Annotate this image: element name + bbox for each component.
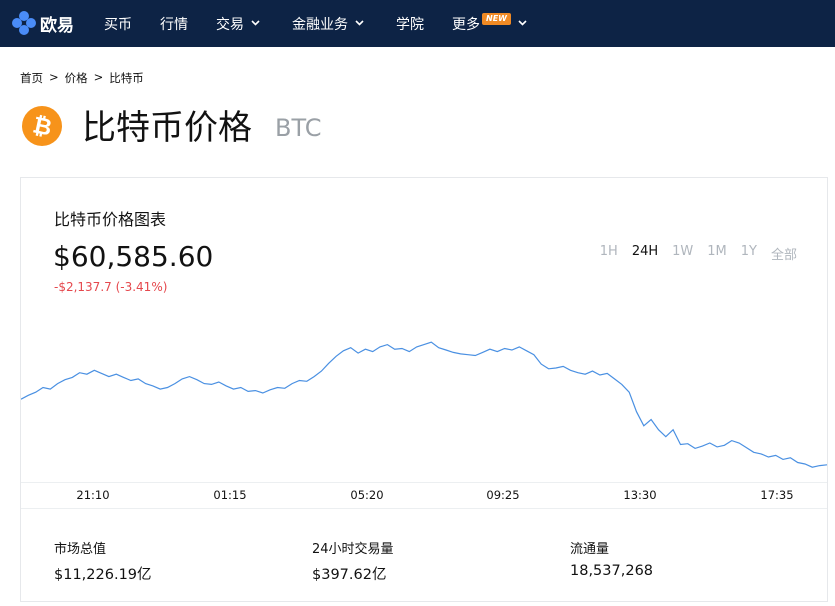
stat-value: $11,226.19亿 — [54, 567, 152, 583]
page-title: 比特币价格 — [82, 108, 252, 148]
breadcrumb-home-link[interactable]: 首页 — [20, 70, 43, 86]
x-tick-label: 17:35 — [760, 488, 794, 502]
range-all[interactable]: 全部 — [771, 244, 797, 263]
range-24h[interactable]: 24H — [632, 244, 658, 263]
x-axis-line — [21, 482, 827, 483]
chevron-down-icon — [355, 18, 364, 27]
stats-divider — [21, 508, 827, 509]
current-price: $60,585.60 — [53, 240, 214, 273]
range-1h[interactable]: 1H — [600, 244, 618, 263]
nav-item-finance[interactable]: 金融业务 — [292, 0, 364, 47]
time-range-selector: 1H 24H 1W 1M 1Y 全部 — [600, 244, 797, 263]
breadcrumb-separator: > — [93, 70, 104, 84]
stat-24h-volume: 24小时交易量 $397.62亿 — [312, 538, 394, 584]
stat-label: 流通量 — [570, 542, 610, 557]
nav-item-label: 金融业务 — [292, 16, 348, 33]
chevron-down-icon — [518, 18, 527, 27]
stat-market-cap: 市场总值 $11,226.19亿 — [54, 538, 152, 584]
nav-item-academy[interactable]: 学院 — [396, 0, 424, 47]
range-1m[interactable]: 1M — [707, 244, 727, 263]
stat-label: 市场总值 — [54, 542, 107, 557]
bitcoin-glyph: ₿ — [30, 111, 54, 142]
stat-value: $397.62亿 — [312, 567, 387, 583]
breadcrumb-prices-link[interactable]: 价格 — [65, 70, 88, 86]
logo-icon — [12, 11, 36, 35]
breadcrumb: 首页 > 价格 > 比特币 — [20, 70, 144, 86]
price-chart-card: 比特币价格图表 $60,585.60 -$2,137.7 (-3.41%) 1H… — [20, 177, 828, 602]
x-tick-label: 09:25 — [486, 488, 520, 502]
stat-value: 18,537,268 — [570, 563, 654, 579]
stat-label: 24小时交易量 — [312, 542, 394, 557]
nav-item-label: 交易 — [216, 16, 244, 33]
nav-item-trade[interactable]: 交易 — [216, 0, 260, 47]
logo-text: 欧易 — [40, 15, 74, 36]
x-tick-label: 05:20 — [350, 488, 384, 502]
nav-item-label: 更多 — [452, 16, 480, 33]
nav-item-label: 学院 — [396, 16, 424, 33]
range-1w[interactable]: 1W — [672, 244, 693, 263]
breadcrumb-current: 比特币 — [109, 71, 144, 85]
breadcrumb-separator: > — [49, 70, 59, 84]
nav-item-label: 买币 — [104, 16, 132, 33]
bitcoin-icon: ₿ — [22, 106, 62, 146]
x-tick-label: 01:15 — [213, 488, 247, 502]
coin-symbol: BTC — [275, 114, 322, 142]
x-tick-label: 13:30 — [623, 488, 657, 502]
price-line-chart[interactable] — [21, 318, 827, 482]
nav-item-buy-crypto[interactable]: 买币 — [104, 0, 132, 47]
top-nav: 欧易 买币 行情 交易 金融业务 学院 更多 NEW — [0, 0, 835, 47]
stat-circulating-supply: 流通量 18,537,268 — [570, 538, 653, 579]
price-series-line — [21, 341, 827, 468]
x-tick-label: 21:10 — [76, 488, 110, 502]
new-badge: NEW — [482, 13, 511, 25]
chevron-down-icon — [251, 18, 260, 27]
nav-item-markets[interactable]: 行情 — [160, 0, 188, 47]
okx-logo[interactable]: 欧易 — [12, 10, 74, 36]
nav-item-more[interactable]: 更多 NEW — [452, 0, 527, 47]
price-change: -$2,137.7 (-3.41%) — [54, 280, 168, 294]
range-1y[interactable]: 1Y — [741, 244, 757, 263]
chart-title: 比特币价格图表 — [54, 210, 167, 229]
nav-item-label: 行情 — [160, 16, 188, 33]
